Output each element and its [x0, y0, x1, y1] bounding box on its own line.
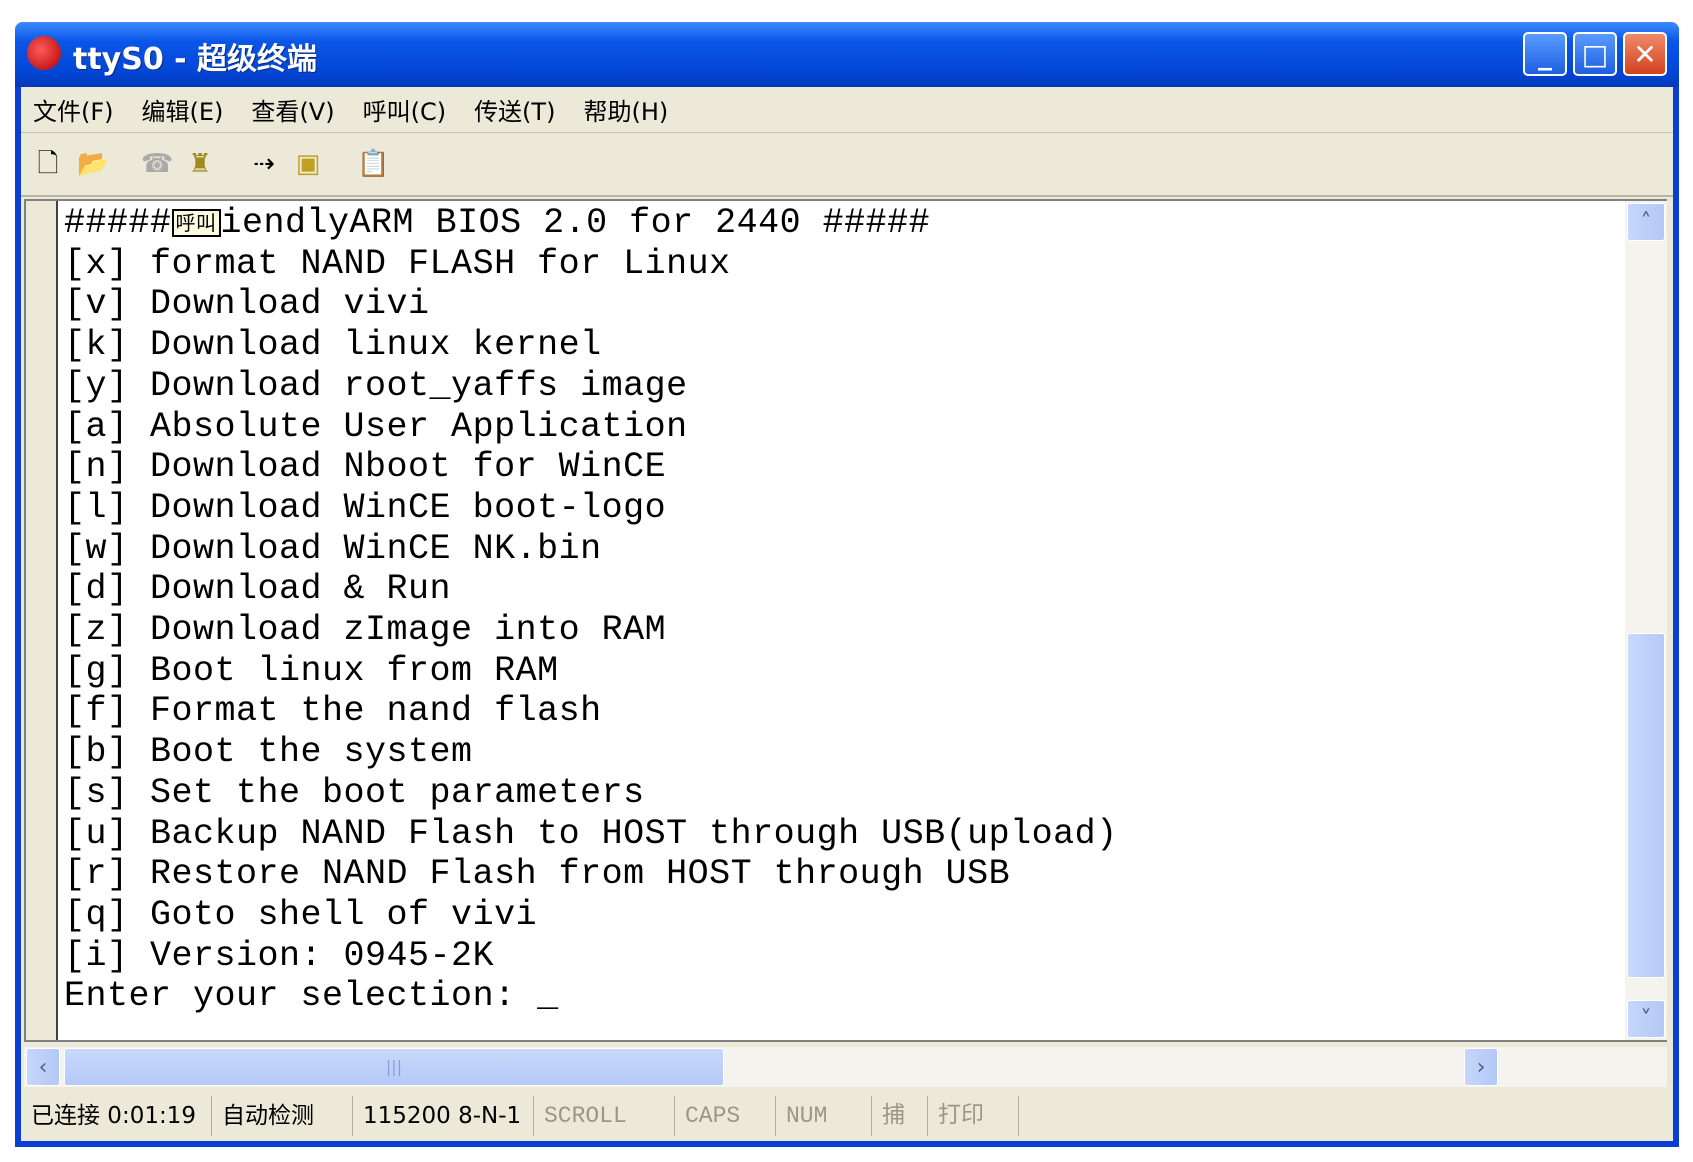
receive-icon[interactable]: ▣ [293, 148, 323, 180]
line-prefix: ##### [64, 203, 172, 243]
horizontal-scroll-thumb[interactable]: ||| [64, 1048, 724, 1086]
new-file-icon[interactable]: 🗋 [33, 148, 63, 180]
status-capture: 捕 [872, 1096, 928, 1136]
status-detect: 自动检测 [212, 1096, 353, 1136]
status-print: 打印 [928, 1096, 1019, 1136]
scroll-left-button[interactable]: ‹ [26, 1048, 60, 1086]
menu-call[interactable]: 呼叫(C) [363, 92, 446, 127]
terminal-area[interactable]: ##### 呼叫 iendlyARM BIOS 2.0 for 2440 #####… [24, 199, 1667, 1042]
terminal-line: [g] Boot linux from RAM [64, 650, 559, 691]
terminal-output: ##### 呼叫 iendlyARM BIOS 2.0 for 2440 #####… [64, 203, 1118, 1017]
hyperterminal-icon [27, 36, 61, 70]
line-suffix: iendlyARM BIOS 2.0 for 2440 ##### [220, 203, 931, 243]
status-bar: 已连接 0:01:19 自动检测 115200 8-N-1 SCROLL CAP… [21, 1091, 1673, 1141]
terminal-line: [w] Download WinCE NK.bin [64, 528, 602, 569]
maximize-button[interactable]: □ [1573, 32, 1617, 76]
terminal-line: [i] Version: 0945-2K [64, 935, 495, 976]
status-port: 115200 8-N-1 [353, 1096, 534, 1136]
vertical-scroll-thumb[interactable] [1627, 633, 1665, 978]
terminal-line: [z] Download zImage into RAM [64, 610, 667, 651]
properties-icon[interactable]: 📋 [357, 148, 389, 180]
menu-help[interactable]: 帮助(H) [583, 92, 668, 127]
scroll-up-button[interactable]: ˄ [1627, 203, 1665, 241]
terminal-line: [q] Goto shell of vivi [64, 894, 538, 935]
menu-file[interactable]: 文件(F) [33, 92, 114, 127]
status-caps: CAPS [675, 1096, 776, 1136]
call-icon[interactable]: ☎ [141, 148, 173, 180]
terminal-line: [u] Backup NAND Flash to HOST through US… [64, 813, 1118, 854]
status-connection: 已连接 0:01:19 [21, 1096, 212, 1136]
terminal-line: [f] Format the nand flash [64, 691, 602, 732]
menu-bar: 文件(F) 编辑(E) 查看(V) 呼叫(C) 传送(T) 帮助(H) [21, 87, 1673, 133]
terminal-line: [b] Boot the system [64, 732, 473, 773]
minimize-button[interactable]: _ [1523, 32, 1567, 76]
horizontal-scrollbar[interactable]: ‹ ||| › [24, 1047, 1667, 1087]
terminal-line: [y] Download root_yaffs image [64, 365, 688, 406]
status-num: NUM [776, 1096, 872, 1136]
status-scroll: SCROLL [534, 1096, 675, 1136]
terminal-window: ttyS0 - 超级终端 _ □ ✕ 文件(F) 编辑(E) 查看(V) 呼叫(… [15, 22, 1679, 1147]
terminal-line: [d] Download & Run [64, 569, 452, 610]
terminal-line: [l] Download WinCE boot-logo [64, 487, 667, 528]
menu-transfer[interactable]: 传送(T) [474, 92, 555, 127]
terminal-line: ##### 呼叫 iendlyARM BIOS 2.0 for 2440 ##### [64, 203, 1118, 244]
close-button[interactable]: ✕ [1623, 32, 1667, 76]
disconnect-icon[interactable]: ♜ [185, 148, 215, 180]
title-bar: ttyS0 - 超级终端 _ □ ✕ [15, 22, 1679, 87]
scroll-right-button[interactable]: › [1464, 1048, 1498, 1086]
send-icon[interactable]: ⇢ [249, 148, 279, 180]
window-title: ttyS0 - 超级终端 [73, 42, 318, 77]
call-tooltip: 呼叫 [171, 209, 221, 237]
terminal-line: [a] Absolute User Application [64, 406, 688, 447]
terminal-line: [v] Download vivi [64, 284, 430, 325]
terminal-line: [x] format NAND FLASH for Linux [64, 243, 731, 284]
terminal-line: [n] Download Nboot for WinCE [64, 447, 667, 488]
scroll-down-button[interactable]: ˅ [1627, 1000, 1665, 1038]
terminal-line: [s] Set the boot parameters [64, 772, 645, 813]
menu-view[interactable]: 查看(V) [251, 92, 334, 127]
vertical-scrollbar[interactable]: ˄ ˅ [1625, 201, 1667, 1040]
terminal-line: Enter your selection: _ [64, 976, 559, 1017]
terminal-gutter [26, 201, 58, 1040]
terminal-line: [k] Download linux kernel [64, 325, 602, 366]
open-folder-icon[interactable]: 📂 [77, 148, 109, 180]
terminal-line: [r] Restore NAND Flash from HOST through… [64, 854, 1011, 895]
toolbar: 🗋 📂 ☎ ♜ ⇢ ▣ 📋 [21, 133, 1673, 197]
menu-edit[interactable]: 编辑(E) [142, 92, 224, 127]
